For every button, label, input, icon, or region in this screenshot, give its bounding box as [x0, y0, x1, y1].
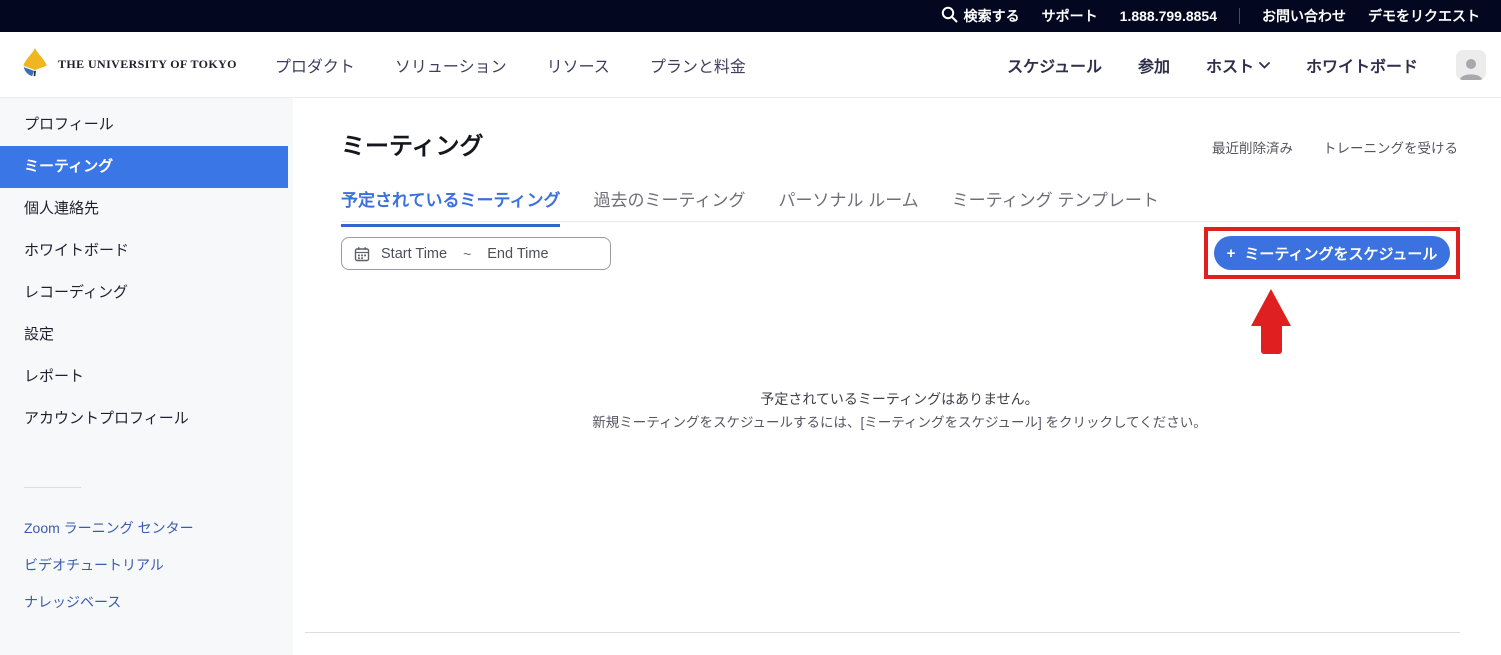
- meeting-tabs: 予定されているミーティング 過去のミーティング パーソナル ルーム ミーティング…: [341, 186, 1159, 227]
- annotation-arrow-icon: [1251, 289, 1291, 326]
- avatar[interactable]: [1456, 50, 1486, 80]
- zoom-web-portal: 検索する サポート 1.888.799.8854 お問い合わせ デモをリクエスト…: [0, 0, 1501, 655]
- request-demo-link[interactable]: デモをリクエスト: [1368, 6, 1480, 26]
- sidebar-item-profile[interactable]: プロフィール: [0, 104, 293, 146]
- tab-meeting-templates[interactable]: ミーティング テンプレート: [952, 186, 1159, 227]
- recently-deleted-link[interactable]: 最近削除済み: [1212, 137, 1293, 157]
- nav-plans-pricing[interactable]: プランと料金: [650, 53, 746, 77]
- empty-state-line2: 新規ミーティングをスケジュールするには、[ミーティングをスケジュール] をクリッ…: [341, 411, 1458, 434]
- page-title: ミーティング: [341, 126, 484, 161]
- tab-previous-meetings[interactable]: 過去のミーティング: [593, 186, 745, 227]
- schedule-link[interactable]: スケジュール: [1007, 53, 1102, 77]
- start-time-placeholder: Start Time: [381, 246, 447, 262]
- sidebar-item-reports[interactable]: レポート: [0, 356, 293, 398]
- empty-state: 予定されているミーティングはありません。 新規ミーティングをスケジュールするには…: [341, 388, 1458, 434]
- sidebar-item-account-profile[interactable]: アカウントプロフィール: [0, 398, 293, 440]
- phone-number[interactable]: 1.888.799.8854: [1120, 8, 1217, 24]
- sidebar-item-settings[interactable]: 設定: [0, 314, 293, 356]
- header-actions: スケジュール 参加 ホスト ホワイトボード: [971, 50, 1486, 80]
- logo-text: THE UNIVERSITY OF TOKYO: [58, 57, 237, 72]
- nav-solutions[interactable]: ソリューション: [395, 53, 507, 77]
- sidebar: プロフィール ミーティング 個人連絡先 ホワイトボード レコーディング 設定 レ…: [0, 98, 293, 655]
- content-bottom-divider: [305, 632, 1460, 633]
- nav-resources[interactable]: リソース: [547, 53, 610, 77]
- sidebar-link-learning-center[interactable]: Zoom ラーニング センター: [0, 510, 293, 547]
- ginkgo-leaf-icon: [20, 46, 50, 83]
- topbar: 検索する サポート 1.888.799.8854 お問い合わせ デモをリクエスト: [0, 0, 1501, 32]
- sidebar-item-personal-contacts[interactable]: 個人連絡先: [0, 188, 293, 230]
- search-icon: [941, 6, 958, 26]
- search-button[interactable]: 検索する: [941, 6, 1020, 26]
- sidebar-link-video-tutorials[interactable]: ビデオチュートリアル: [0, 547, 293, 584]
- plus-icon: +: [1227, 245, 1236, 262]
- calendar-icon: [354, 246, 370, 262]
- date-range-input[interactable]: Start Time ~ End Time: [341, 237, 611, 270]
- schedule-meeting-button[interactable]: + ミーティングをスケジュール: [1214, 236, 1450, 270]
- whiteboard-link[interactable]: ホワイトボード: [1306, 53, 1418, 77]
- tab-upcoming-meetings[interactable]: 予定されているミーティング: [341, 186, 560, 227]
- sidebar-item-recordings[interactable]: レコーディング: [0, 272, 293, 314]
- chevron-down-icon: [1259, 56, 1270, 74]
- tab-personal-room[interactable]: パーソナル ルーム: [778, 186, 918, 227]
- sidebar-link-knowledge-base[interactable]: ナレッジベース: [0, 584, 293, 621]
- schedule-meeting-button-label: ミーティングをスケジュール: [1244, 243, 1437, 264]
- topbar-divider: [1239, 8, 1240, 24]
- date-range-separator: ~: [463, 246, 471, 262]
- page-top-links: 最近削除済み トレーニングを受ける: [1212, 137, 1458, 157]
- contact-link[interactable]: お問い合わせ: [1262, 6, 1346, 26]
- host-label: ホスト: [1206, 53, 1254, 77]
- sidebar-divider: [24, 487, 81, 488]
- join-link[interactable]: 参加: [1138, 53, 1170, 77]
- get-training-link[interactable]: トレーニングを受ける: [1323, 137, 1458, 157]
- university-of-tokyo-logo[interactable]: THE UNIVERSITY OF TOKYO: [20, 46, 237, 83]
- sidebar-item-whiteboard[interactable]: ホワイトボード: [0, 230, 293, 272]
- nav-products[interactable]: プロダクト: [275, 53, 355, 77]
- header: THE UNIVERSITY OF TOKYO プロダクト ソリューション リソ…: [0, 32, 1501, 98]
- support-link[interactable]: サポート: [1042, 6, 1098, 26]
- host-menu[interactable]: ホスト: [1206, 53, 1270, 77]
- empty-state-line1: 予定されているミーティングはありません。: [341, 388, 1458, 411]
- annotation-arrow-shaft: [1261, 325, 1282, 354]
- sidebar-item-meetings[interactable]: ミーティング: [0, 146, 288, 188]
- end-time-placeholder: End Time: [487, 246, 548, 262]
- main-nav: プロダクト ソリューション リソース プランと料金: [275, 53, 786, 77]
- search-label: 検索する: [964, 6, 1020, 26]
